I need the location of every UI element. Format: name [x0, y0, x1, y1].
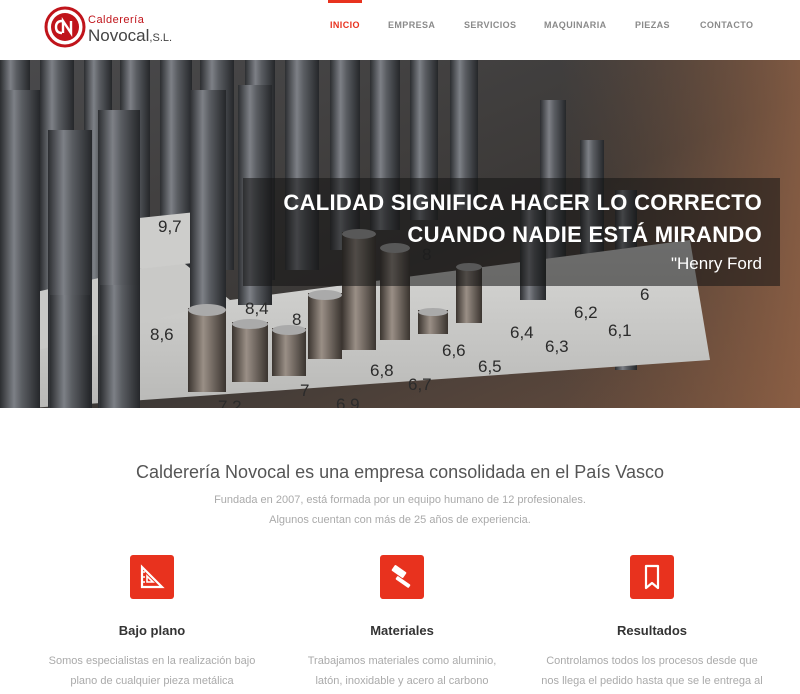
feature-text-line2: latón, inoxidable y acero al carbono [315, 675, 489, 687]
rack-label: 6,7 [408, 375, 432, 394]
brand-main-text: Novocal [88, 26, 150, 45]
brand-top-text: Calderería [88, 14, 145, 26]
hero-quote-line2: CUANDO NADIE ESTÁ MIRANDO [407, 222, 762, 247]
nav-item-piezas[interactable]: PIEZAS [635, 20, 670, 30]
site-header: Calderería Novocal,S.L. INICIO EMPRESA S… [0, 0, 800, 60]
nav-active-indicator [328, 0, 362, 3]
feature-text-line1: Controlamos todos los procesos desde que [546, 655, 758, 667]
nav-item-maquinaria[interactable]: MAQUINARIA [544, 20, 607, 30]
rack-label: 7,2 [218, 397, 242, 408]
brand-suffix-text: ,S.L. [149, 32, 173, 44]
feature-text-line1: Trabajamos materiales como aluminio, [307, 655, 497, 667]
feature-text-line2: nos llega el pedido hasta que se le entr… [541, 675, 763, 687]
nav-item-contacto[interactable]: CONTACTO [700, 20, 753, 30]
feature-title: Bajo plano [118, 623, 186, 638]
hammer-icon [380, 555, 424, 599]
hero-quote-author: "Henry Ford [670, 254, 762, 273]
nav-item-inicio[interactable]: INICIO [330, 20, 360, 30]
rack-label: 8,6 [150, 325, 174, 344]
intro-line1: Fundada en 2007, está formada por un equ… [214, 494, 586, 506]
set-square-icon [130, 555, 174, 599]
hero-quote-line1: CALIDAD SIGNIFICA HACER LO CORRECTO [283, 190, 762, 215]
feature-title: Materiales [370, 623, 434, 638]
hero-quote-box: CALIDAD SIGNIFICA HACER LO CORRECTO CUAN… [243, 178, 780, 286]
rack-label: 6,6 [442, 341, 466, 360]
feature-text-line2: plano de cualquier pieza metálica [70, 675, 234, 687]
feature-title: Resultados [616, 623, 688, 638]
rack-label: 6 [640, 285, 649, 304]
rack-label: 6,3 [545, 337, 569, 356]
hero-banner: 9,7 8,4 8,6 8 6,8 6,6 6,4 6,2 6,1 6,7 6,… [0, 60, 800, 408]
rack-label: 6,5 [478, 357, 502, 376]
logo-mark-icon [44, 6, 86, 48]
intro-title: Calderería Novocal es una empresa consol… [136, 462, 664, 482]
logo[interactable]: Calderería Novocal,S.L. [44, 6, 174, 50]
rack-label: 6,2 [574, 303, 598, 322]
rack-label: 6,8 [370, 361, 394, 380]
rack-label: 9,7 [158, 217, 182, 236]
rack-label: 7 [300, 381, 309, 400]
brand-name: Novocal,S.L. [88, 26, 172, 46]
rack-label: 8,4 [245, 299, 269, 318]
nav-item-servicios[interactable]: SERVICIOS [464, 20, 516, 30]
nav-item-empresa[interactable]: EMPRESA [388, 20, 435, 30]
intro-line2: Algunos cuentan con más de 25 años de ex… [269, 514, 531, 526]
rack-label: 6,1 [608, 321, 632, 340]
rack-label: 6,9 [336, 395, 360, 408]
bookmark-icon [630, 555, 674, 599]
rack-label: 6,4 [510, 323, 534, 342]
feature-text-line1: Somos especialistas en la realización ba… [48, 655, 256, 667]
rack-label: 8 [292, 310, 301, 329]
